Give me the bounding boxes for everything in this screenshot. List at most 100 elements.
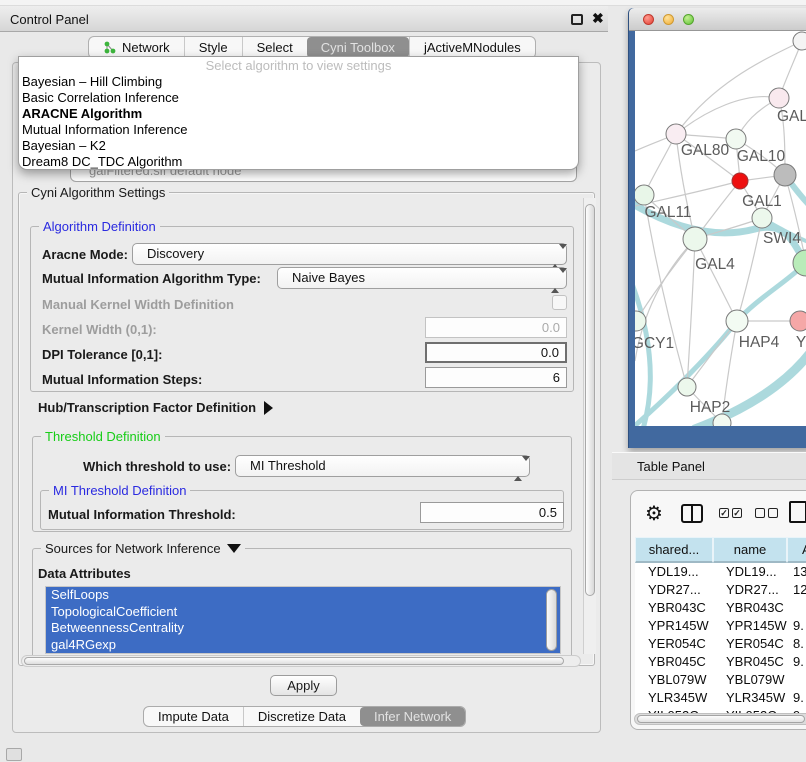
zoom-window-icon[interactable] [683,14,694,25]
dpi-tolerance-field[interactable]: 0.0 [425,342,567,363]
mi-threshold-field[interactable]: 0.5 [420,502,564,523]
table-cell: YBL079W [635,671,713,689]
network-node-gal80[interactable] [666,124,686,144]
minimized-panel-icon[interactable] [6,748,22,761]
tab-select[interactable]: Select [242,37,307,58]
settings-horizontal-thumb[interactable] [24,657,564,665]
combo-arrows-icon [551,271,559,291]
network-node-labels: GALGAL80GAL10GAL1GAL11SWI4GAL4GCY1HAP4YH… [635,108,806,416]
hub-definition-label: Hub/Transcription Factor Definition [38,400,256,415]
checked-checkbox-icon[interactable]: ✓ [732,508,742,518]
network-node-y[interactable] [790,311,806,331]
dropdown-placeholder: Select algorithm to view settings [19,57,578,74]
network-node-gal11[interactable] [635,185,654,205]
bottom-tab-discretize-data[interactable]: Discretize Data [243,707,360,726]
dpi-tolerance-label: DPI Tolerance [0,1]: [42,347,162,362]
table-row[interactable]: YBR045CYBR045C9. [635,653,806,671]
columns-icon[interactable] [681,504,703,523]
node-table[interactable]: shared...nameA YDL19...YDL19...13YDR27..… [635,537,806,721]
table-row[interactable]: YBR043CYBR043C [635,599,806,617]
attribute-item-selected[interactable]: BetweennessCentrality [46,620,560,637]
dropdown-item[interactable]: Basic Correlation Inference [19,90,578,106]
settings-horizontal-scrollbar[interactable] [21,655,581,667]
algorithm-dropdown[interactable]: Select algorithm to view settings Bayesi… [18,56,579,170]
float-panel-icon[interactable] [571,14,583,25]
settings-vertical-scrollbar[interactable] [583,198,596,654]
kernel-width-field[interactable]: 0.0 [425,317,567,338]
table-horizontal-thumb[interactable] [637,715,805,723]
dropdown-item[interactable]: ARACNE Algorithm [19,106,578,122]
network-node-hap4[interactable] [726,310,748,332]
attribute-item-selected[interactable]: gal4RGexp [46,637,560,654]
unchecked-checkbox-icon[interactable] [755,508,765,518]
table-row[interactable]: YER054CYER054C8. [635,635,806,653]
table-cell: YDR27... [713,581,787,599]
mi-type-select[interactable]: Naive Bayes [277,267,567,289]
dropdown-item[interactable]: Bayesian – Hill Climbing [19,74,578,90]
table-cell: YDR27... [635,581,713,599]
table-panel-titlebar: Table Panel [612,452,806,480]
table-horizontal-scrollbar[interactable] [634,713,806,725]
unchecked-checkbox-icon[interactable] [768,508,778,518]
data-attributes-label: Data Attributes [38,566,131,581]
table-cell: YDL19... [713,563,787,581]
network-window-titlebar[interactable] [629,8,806,31]
network-node-swi4[interactable] [752,208,772,228]
node-label: HAP4 [739,334,780,351]
network-node-hap2[interactable] [678,378,696,396]
attribute-item-selected[interactable]: SelfLoops [46,587,560,604]
table-row[interactable]: YPR145WYPR145W9. [635,617,806,635]
network-node[interactable] [774,164,796,186]
network-node-gal[interactable] [769,88,789,108]
gear-icon[interactable]: ⚙ [645,501,663,526]
combo-arrows-icon [514,459,522,479]
tab-style[interactable]: Style [184,37,242,58]
dropdown-item[interactable]: Mutual Information Inference [19,122,578,138]
network-node-gal4[interactable] [683,227,707,251]
network-node-gal1[interactable] [732,173,748,189]
hub-definition-toggle[interactable]: Hub/Transcription Factor Definition [38,400,273,415]
tab-cyni-toolbox[interactable]: Cyni Toolbox [307,37,409,58]
table-cell: YER054C [635,635,713,653]
document-icon[interactable] [789,501,806,523]
aracne-mode-select[interactable]: Discovery [132,243,567,265]
table-row[interactable]: YBL079WYBL079W [635,671,806,689]
tab-jactivemnodules[interactable]: jActiveMNodules [409,37,535,58]
attributes-vertical-scrollbar[interactable] [546,589,557,651]
column-header-1[interactable]: shared... [635,537,713,563]
minimize-window-icon[interactable] [663,14,674,25]
aracne-mode-label: Aracne Mode: [42,247,128,262]
table-cell: YLR345W [635,689,713,707]
sources-group-title-row[interactable]: Sources for Network Inference [41,541,245,556]
data-attributes-list[interactable]: SelfLoopsTopologicalCoefficientBetweenne… [45,586,561,654]
table-row[interactable]: YLR345WYLR345W9. [635,689,806,707]
table-row[interactable]: YDR27...YDR27...12 [635,581,806,599]
column-header-3[interactable]: A [787,537,806,563]
attribute-item-selected[interactable]: TopologicalCoefficient [46,604,560,621]
table-toolbar: ⚙ ✓ ✓ [631,499,806,531]
bottom-tab-infer-network[interactable]: Infer Network [360,707,465,726]
dropdown-item[interactable]: Bayesian – K2 [19,138,578,154]
settings-vertical-thumb[interactable] [585,204,595,596]
checked-checkbox-icon[interactable]: ✓ [719,508,729,518]
dropdown-item[interactable]: Dream8 DC_TDC Algorithm [19,154,578,170]
mi-steps-field[interactable]: 6 [425,367,567,388]
table-cell [787,671,806,689]
network-node[interactable] [793,32,806,50]
column-header-2[interactable]: name [713,537,787,563]
apply-button[interactable]: Apply [270,675,337,696]
tab-network[interactable]: Network [89,37,184,58]
table-cell: YBR045C [635,653,713,671]
bottom-tab-impute-data[interactable]: Impute Data [144,707,243,726]
which-threshold-select[interactable]: MI Threshold [235,455,530,477]
table-cell: 12 [787,581,806,599]
network-window: GALGAL80GAL10GAL1GAL11SWI4GAL4GCY1HAP4YH… [628,8,806,448]
close-window-icon[interactable] [643,14,654,25]
network-canvas[interactable]: GALGAL80GAL10GAL1GAL11SWI4GAL4GCY1HAP4YH… [635,31,806,426]
which-threshold-value: MI Threshold [250,458,326,473]
manual-kernel-checkbox[interactable] [552,295,567,310]
control-panel-title: Control Panel [10,12,89,27]
table-row[interactable]: YDL19...YDL19...13 [635,563,806,581]
table-header-row: shared...nameA [635,537,806,563]
close-panel-icon[interactable]: ✖ [592,10,604,27]
